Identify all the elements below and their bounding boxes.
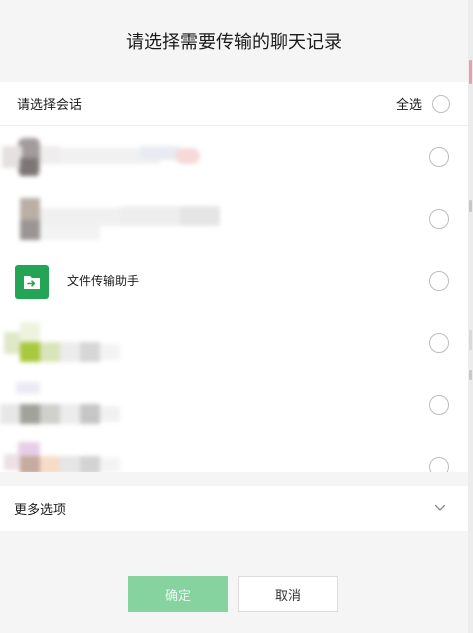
more-options-row[interactable]: 更多选项 — [0, 486, 468, 531]
conversation-radio[interactable] — [429, 147, 449, 167]
select-all-label: 全选 — [395, 98, 422, 113]
obscured-conversation-avatar — [0, 188, 240, 250]
chevron-down-icon[interactable] — [434, 501, 446, 516]
conversation-radio[interactable] — [429, 333, 449, 353]
select-conversation-label: 请选择会话 — [17, 98, 83, 113]
conversation-row[interactable] — [0, 312, 468, 374]
conversation-row-file-transfer-assistant[interactable]: 文件传输助手 — [0, 250, 468, 312]
conversation-list[interactable]: 文件传输助手 — [0, 126, 468, 472]
file-transfer-folder-icon — [15, 265, 49, 299]
confirm-button[interactable]: 确定 — [128, 576, 228, 612]
conversation-row[interactable] — [0, 188, 468, 250]
dialog-title: 请选择需要传输的聊天记录 — [126, 32, 342, 53]
obscured-conversation-avatar — [0, 312, 240, 374]
conversation-row[interactable] — [0, 374, 468, 436]
cancel-button[interactable]: 取消 — [238, 576, 338, 612]
select-all-radio[interactable] — [432, 94, 450, 113]
conversation-card: 请选择会话 全选 文件传输助手 — [0, 82, 468, 472]
select-all-control[interactable]: 全选 — [396, 94, 450, 113]
conversation-radio[interactable] — [429, 457, 449, 472]
obscured-conversation-avatar — [0, 436, 240, 472]
conversation-radio[interactable] — [429, 395, 449, 415]
conversation-row[interactable] — [0, 436, 468, 472]
more-options-label: 更多选项 — [14, 503, 67, 518]
conversation-radio[interactable] — [429, 209, 449, 229]
obscured-conversation-avatar — [0, 374, 240, 436]
conversation-radio[interactable] — [429, 271, 449, 291]
obscured-conversation-avatar — [0, 126, 240, 188]
conversation-name: 文件传输助手 — [67, 274, 140, 288]
select-conversation-header: 请选择会话 全选 — [0, 82, 468, 126]
conversation-row[interactable] — [0, 126, 468, 188]
background-window-edge — [468, 0, 473, 633]
